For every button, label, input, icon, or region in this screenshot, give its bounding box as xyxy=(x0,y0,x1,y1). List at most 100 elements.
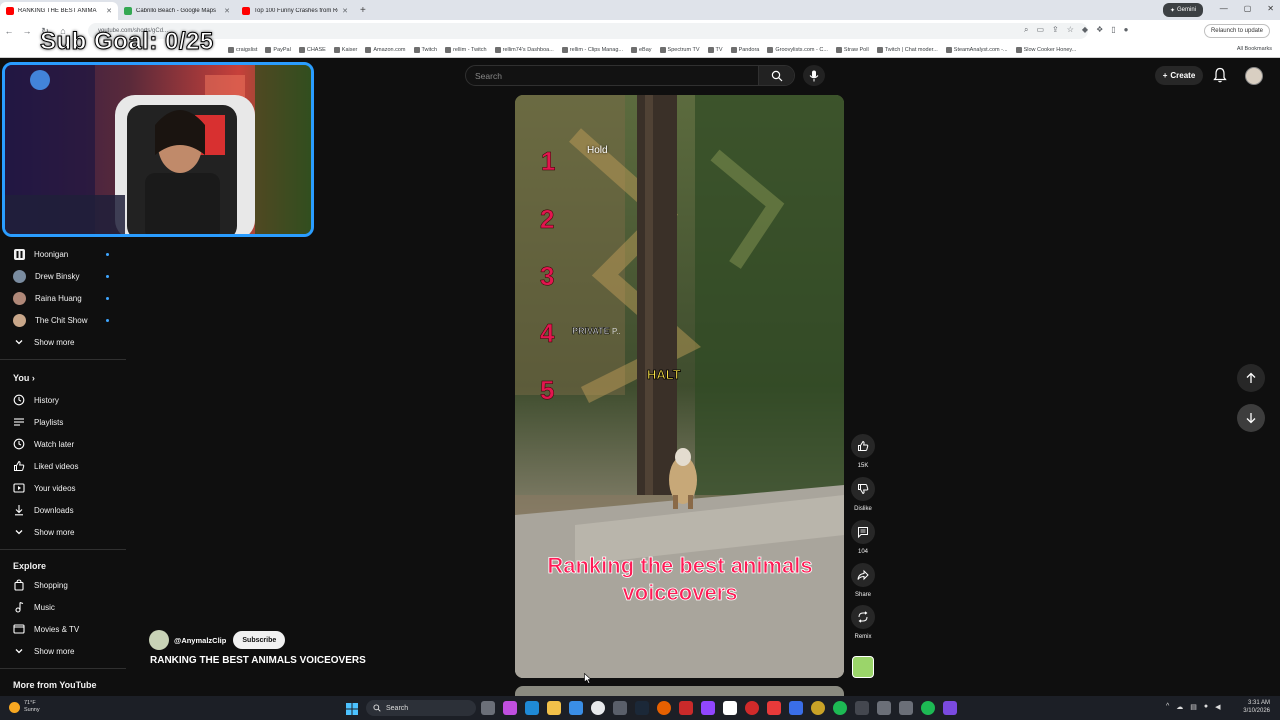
bookmark-item[interactable]: Kaiser xyxy=(333,46,357,53)
channel-handle[interactable]: @AnymalzClip xyxy=(174,636,226,645)
bookmark-item[interactable]: Pandora xyxy=(730,46,759,53)
bookmark-item[interactable]: rellim - Clips Manag... xyxy=(561,46,623,53)
bookmark-item[interactable]: rellim - Twitch xyxy=(445,46,487,53)
app-icon[interactable] xyxy=(877,701,891,715)
app-icon[interactable] xyxy=(899,701,913,715)
sidebar-item-drew-binsky[interactable]: Drew Binsky xyxy=(0,265,128,287)
search-bar[interactable]: Search xyxy=(465,65,795,86)
show-more-explore[interactable]: Show more xyxy=(0,640,128,662)
star-icon[interactable]: ☆ xyxy=(1067,25,1074,35)
sidebar-item-your-videos[interactable]: Your videos xyxy=(0,477,128,499)
relaunch-button[interactable]: Relaunch to update xyxy=(1204,24,1270,38)
video-title[interactable]: RANKING THE BEST ANIMALS VOICEOVERS xyxy=(150,655,366,666)
cast-icon[interactable]: ▭ xyxy=(1036,25,1044,35)
tab-close-icon[interactable]: ✕ xyxy=(342,7,348,15)
voice-search-button[interactable] xyxy=(803,65,825,86)
bookmark-item[interactable]: CHASE xyxy=(298,46,326,53)
network-icon[interactable]: ▤ xyxy=(1190,703,1197,711)
twitch-icon[interactable] xyxy=(701,701,715,715)
share-page-icon[interactable]: ⇪ xyxy=(1052,25,1059,35)
profile-icon[interactable]: ● xyxy=(1124,25,1129,35)
tab-google-maps[interactable]: Cabrillo Beach - Google Maps ✕ xyxy=(118,2,236,20)
microphone-icon[interactable]: ● xyxy=(1204,703,1208,711)
firefox-icon[interactable] xyxy=(657,701,671,715)
dislike-button[interactable]: Dislike xyxy=(851,477,875,512)
chrome-icon[interactable] xyxy=(591,701,605,715)
sidebar-item-watch-later[interactable]: Watch later xyxy=(0,433,128,455)
share-button[interactable]: Share xyxy=(851,563,875,598)
bookmark-item[interactable]: rellim74's Dashboa... xyxy=(494,46,554,53)
app-icon[interactable] xyxy=(767,701,781,715)
app-icon[interactable] xyxy=(811,701,825,715)
chevron-up-icon[interactable]: ^ xyxy=(1166,703,1169,711)
channel-avatar[interactable] xyxy=(149,630,169,650)
bookmark-item[interactable]: Amazon.com xyxy=(365,46,406,53)
taskbar-search[interactable]: Search xyxy=(366,700,476,716)
show-more-you[interactable]: Show more xyxy=(0,521,128,543)
tab-ranking-animals[interactable]: RANKING THE BEST ANIMA ✕ xyxy=(0,2,118,20)
sidebar-item-hoonigan[interactable]: Hoonigan xyxy=(0,243,128,265)
search-button[interactable] xyxy=(758,66,794,85)
zoom-icon[interactable]: ⌕ xyxy=(1024,25,1028,35)
bookmark-item[interactable]: PayPal xyxy=(265,46,291,53)
create-button[interactable]: + Create xyxy=(1155,66,1203,85)
sidebar-item-the-chit-show[interactable]: The Chit Show xyxy=(0,309,128,331)
app-icon[interactable] xyxy=(943,701,957,715)
start-button[interactable] xyxy=(346,702,358,720)
bookmark-item[interactable]: Twitch | Chat moder... xyxy=(876,46,938,53)
app-icon[interactable] xyxy=(789,701,803,715)
edge-icon[interactable] xyxy=(525,701,539,715)
task-view-icon[interactable] xyxy=(481,701,495,715)
store-icon[interactable] xyxy=(569,701,583,715)
weather-widget[interactable]: 71°F Sunny xyxy=(9,700,40,714)
maximize-icon[interactable]: ▢ xyxy=(1244,4,1252,13)
tab-close-icon[interactable]: ✕ xyxy=(224,7,230,15)
epic-games-icon[interactable] xyxy=(723,701,737,715)
notifications-button[interactable] xyxy=(1213,67,1227,88)
sidebar-item-liked-videos[interactable]: Liked videos xyxy=(0,455,128,477)
tab-funny-crashes[interactable]: Top 100 Funny Crashes from Re ✕ xyxy=(236,2,354,20)
remix-button[interactable]: Remix xyxy=(851,605,875,640)
sidebar-item-music[interactable]: Music xyxy=(0,596,128,618)
spotify-icon[interactable] xyxy=(921,701,935,715)
sidepanel-icon[interactable]: ▯ xyxy=(1111,25,1115,35)
forward-icon[interactable]: → xyxy=(18,26,36,36)
previous-short-button[interactable] xyxy=(1237,364,1265,392)
new-tab-button[interactable]: + xyxy=(354,5,372,16)
spotify-icon[interactable] xyxy=(833,701,847,715)
volume-icon[interactable]: ◀ xyxy=(1215,703,1220,711)
account-avatar[interactable] xyxy=(1245,67,1263,85)
app-icon[interactable] xyxy=(679,701,693,715)
bookmark-item[interactable]: Straw Poll xyxy=(835,46,869,53)
extensions-puzzle-icon[interactable]: ❖ xyxy=(1096,25,1103,35)
like-button[interactable]: 15K xyxy=(851,434,875,469)
show-more-subscriptions[interactable]: Show more xyxy=(0,331,128,353)
steam-icon[interactable] xyxy=(635,701,649,715)
comments-button[interactable]: 104 xyxy=(851,520,875,555)
cloud-icon[interactable]: ☁ xyxy=(1176,703,1183,711)
close-window-icon[interactable]: ✕ xyxy=(1267,4,1274,13)
bookmark-item[interactable]: eBay xyxy=(630,46,652,53)
gemini-button[interactable]: ✦ Gemini xyxy=(1163,3,1203,17)
copilot-icon[interactable] xyxy=(503,701,517,715)
taskbar-clock[interactable]: 3:31 AM 3/10/2026 xyxy=(1234,699,1270,715)
tab-close-icon[interactable]: ✕ xyxy=(106,7,112,15)
bookmark-item[interactable]: TV xyxy=(707,46,723,53)
sidebar-item-playlists[interactable]: Playlists xyxy=(0,411,128,433)
bookmark-item[interactable]: Twitch xyxy=(413,46,437,53)
you-heading[interactable]: You › xyxy=(13,373,35,383)
app-icon[interactable] xyxy=(855,701,869,715)
bookmark-item[interactable]: SteamAnalyst.com -... xyxy=(945,46,1008,53)
sidebar-item-history[interactable]: History xyxy=(0,389,128,411)
next-short-button[interactable] xyxy=(1237,404,1265,432)
subscribe-button[interactable]: Subscribe xyxy=(233,631,286,649)
sidebar-item-raina-huang[interactable]: Raina Huang xyxy=(0,287,128,309)
extension-icon[interactable]: ◆ xyxy=(1082,25,1088,35)
sidebar-item-downloads[interactable]: Downloads xyxy=(0,499,128,521)
sidebar-item-movies-tv[interactable]: Movies & TV xyxy=(0,618,128,640)
address-bar[interactable]: youtube.com/shorts/gCd... xyxy=(88,23,1088,39)
back-icon[interactable]: ← xyxy=(0,26,18,36)
app-icon[interactable] xyxy=(613,701,627,715)
bookmark-item[interactable]: Slow Cooker Honey... xyxy=(1015,46,1076,53)
bookmark-item[interactable]: Spectrum TV xyxy=(659,46,700,53)
